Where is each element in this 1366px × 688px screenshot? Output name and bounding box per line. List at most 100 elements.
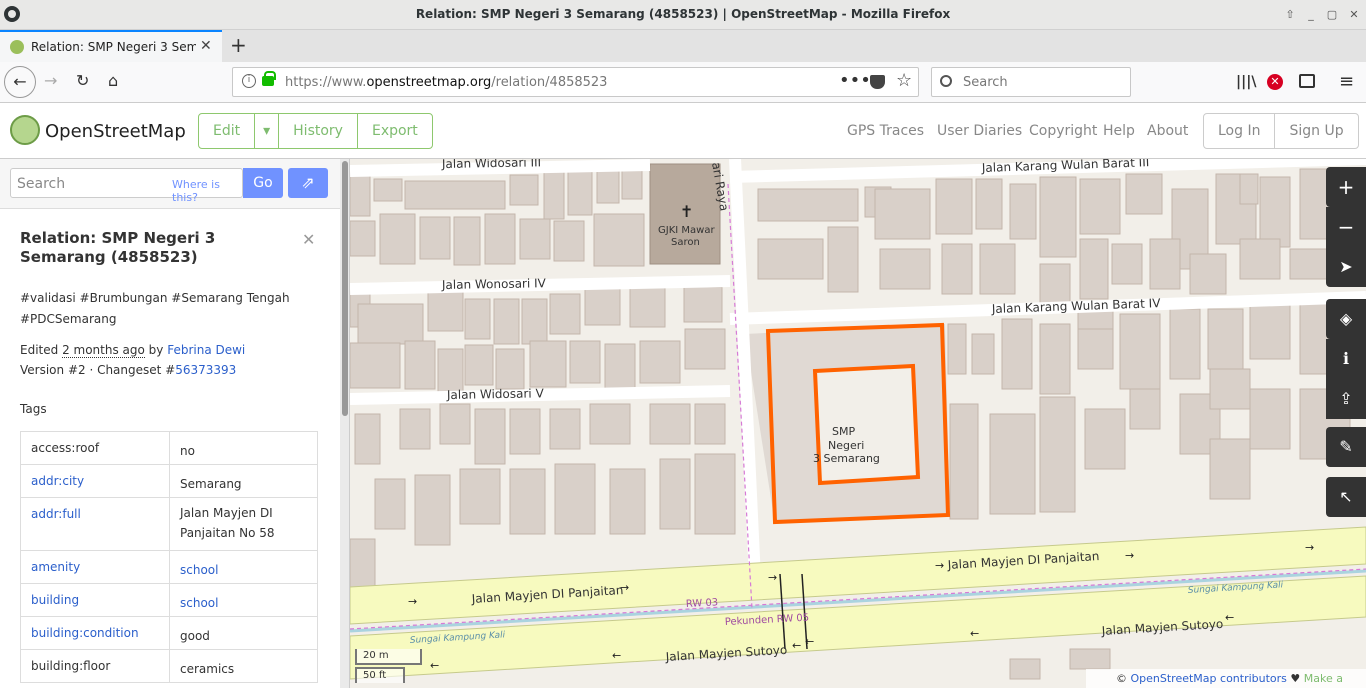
navigation-toolbar: ← → ↻ ⌂ i https://www.openstreetmap.org/… bbox=[0, 62, 1366, 103]
layers-icon[interactable]: ◈ bbox=[1326, 299, 1366, 339]
close-sidebar-icon[interactable]: ✕ bbox=[302, 230, 315, 249]
tag-row: addr:city Semarang bbox=[20, 464, 318, 498]
maximize-icon[interactable]: ▢ bbox=[1322, 6, 1342, 24]
back-button[interactable]: ← bbox=[4, 66, 36, 98]
reload-button[interactable]: ↻ bbox=[76, 71, 89, 90]
nav-link-about[interactable]: About bbox=[1147, 123, 1188, 139]
osm-contributors-link[interactable]: OpenStreetMap contributors bbox=[1131, 672, 1287, 685]
svg-text:→: → bbox=[768, 571, 777, 584]
page-actions-icon[interactable]: ••• bbox=[839, 70, 871, 91]
tag-key[interactable]: addr:full bbox=[20, 497, 170, 551]
tag-key[interactable]: building bbox=[20, 583, 170, 617]
tag-value[interactable]: school bbox=[169, 550, 318, 584]
tags-heading: Tags bbox=[20, 402, 47, 416]
edit-dropdown-icon[interactable]: ▾ bbox=[255, 114, 280, 148]
map-search-placeholder: Search bbox=[17, 176, 66, 192]
map-search-input[interactable]: Search Where is this? bbox=[10, 168, 243, 204]
nav-link-gps-traces[interactable]: GPS Traces bbox=[847, 123, 924, 139]
where-is-this-link[interactable]: Where is this? bbox=[172, 178, 242, 204]
sidebar-toggle-icon[interactable] bbox=[1299, 74, 1315, 88]
pocket-icon[interactable] bbox=[870, 75, 885, 89]
label-gjki-1: GJKI Mawar bbox=[658, 225, 715, 236]
map-search-form: Search Where is this? Go ⇗ bbox=[0, 159, 340, 209]
edit-button[interactable]: Edit bbox=[199, 114, 256, 148]
browser-tab[interactable]: Relation: SMP Negeri 3 Sem ✕ bbox=[0, 30, 222, 62]
library-icon[interactable]: |||\ bbox=[1236, 74, 1256, 90]
label-widosari-5: Jalan Widosari V bbox=[446, 386, 545, 402]
osm-logo-icon[interactable] bbox=[10, 115, 40, 145]
signup-button[interactable]: Sign Up bbox=[1275, 114, 1357, 148]
new-tab-icon[interactable]: + bbox=[230, 33, 247, 57]
search-placeholder: Search bbox=[963, 75, 1008, 90]
forward-button[interactable]: → bbox=[44, 71, 57, 90]
tag-row: building:floor ceramics bbox=[20, 649, 318, 683]
nav-link-help[interactable]: Help bbox=[1103, 123, 1135, 139]
svg-text:→: → bbox=[408, 595, 417, 608]
relation-metadata: Edited 2 months ago by Febrina Dewi Vers… bbox=[20, 343, 246, 377]
nav-link-user-diaries[interactable]: User Diaries bbox=[937, 123, 1022, 139]
go-button[interactable]: Go bbox=[243, 168, 283, 198]
tab-close-icon[interactable]: ✕ bbox=[200, 38, 212, 54]
changeset-link[interactable]: 56373393 bbox=[175, 363, 236, 377]
locate-icon[interactable]: ➤ bbox=[1326, 247, 1366, 287]
window-titlebar: Relation: SMP Negeri 3 Semarang (4858523… bbox=[0, 0, 1366, 30]
map-view[interactable]: ✝ Jalan Widosari III ari Raya GJKI Mawar… bbox=[350, 159, 1366, 688]
osm-brand[interactable]: OpenStreetMap bbox=[45, 121, 186, 142]
nav-link-copyright[interactable]: Copyright bbox=[1029, 123, 1097, 139]
bookmark-star-icon[interactable]: ☆ bbox=[896, 70, 912, 91]
label-smp-1: SMP bbox=[832, 425, 855, 438]
search-bar[interactable]: Search bbox=[931, 67, 1131, 97]
relation-description: #validasi #Brumbungan #Semarang Tengah #… bbox=[20, 291, 290, 326]
tag-key[interactable]: amenity bbox=[20, 550, 170, 584]
tab-strip: Relation: SMP Negeri 3 Sem ✕ + bbox=[0, 30, 1366, 62]
svg-text:←: ← bbox=[430, 659, 439, 672]
map-canvas[interactable]: ✝ Jalan Widosari III ari Raya GJKI Mawar… bbox=[350, 159, 1366, 688]
share-icon[interactable]: ⇪ bbox=[1326, 379, 1366, 419]
editor-link[interactable]: Febrina Dewi bbox=[167, 343, 245, 357]
tag-row: amenity school bbox=[20, 550, 318, 584]
osm-favicon-icon bbox=[10, 40, 24, 54]
tag-value: Semarang bbox=[169, 464, 318, 498]
zoom-in-button[interactable]: + bbox=[1326, 167, 1366, 207]
window-up-icon[interactable]: ⇧ bbox=[1280, 6, 1300, 24]
url-text[interactable]: https://www.openstreetmap.org/relation/4… bbox=[285, 75, 607, 90]
menu-icon[interactable]: ≡ bbox=[1339, 71, 1354, 92]
map-info-icon[interactable]: ℹ bbox=[1326, 339, 1366, 379]
tag-row: addr:full Jalan Mayjen DI Panjaitan No 58 bbox=[20, 497, 318, 551]
osm-header: OpenStreetMap Edit ▾ History Export GPS … bbox=[0, 103, 1366, 159]
svg-text:←: ← bbox=[792, 639, 801, 652]
site-info-icon[interactable]: i bbox=[242, 74, 256, 88]
scale-metric: 20 m bbox=[355, 649, 422, 665]
login-button[interactable]: Log In bbox=[1204, 114, 1276, 148]
svg-text:←: ← bbox=[970, 627, 979, 640]
svg-text:→: → bbox=[1305, 541, 1314, 554]
history-button[interactable]: History bbox=[279, 114, 358, 148]
close-window-icon[interactable]: ✕ bbox=[1344, 6, 1364, 24]
export-button[interactable]: Export bbox=[358, 114, 432, 148]
home-button[interactable]: ⌂ bbox=[108, 71, 118, 90]
minimize-icon[interactable]: _ bbox=[1301, 6, 1321, 24]
tag-key[interactable]: addr:city bbox=[20, 464, 170, 498]
svg-text:→: → bbox=[935, 559, 944, 572]
svg-text:←: ← bbox=[612, 649, 621, 662]
tag-key[interactable]: building:condition bbox=[20, 616, 170, 650]
sidebar: Search Where is this? Go ⇗ Relation: SMP… bbox=[0, 159, 350, 688]
url-bar[interactable]: i https://www.openstreetmap.org/relation… bbox=[232, 67, 919, 97]
tag-key: access:roof bbox=[20, 431, 170, 465]
blocker-icon[interactable]: ✕ bbox=[1267, 74, 1283, 90]
zoom-out-button[interactable]: − bbox=[1326, 207, 1366, 247]
add-note-icon[interactable]: ✎ bbox=[1326, 427, 1366, 467]
svg-text:→: → bbox=[620, 581, 629, 594]
sidebar-scrollbar[interactable] bbox=[340, 159, 349, 688]
tag-value: Jalan Mayjen DI Panjaitan No 58 bbox=[169, 497, 318, 551]
edited-time: 2 months ago bbox=[62, 343, 145, 358]
tag-row: building:condition good bbox=[20, 616, 318, 650]
tag-value[interactable]: school bbox=[169, 583, 318, 617]
directions-icon[interactable]: ⇗ bbox=[288, 168, 328, 198]
svg-text:←: ← bbox=[805, 635, 814, 648]
window-title: Relation: SMP Negeri 3 Semarang (4858523… bbox=[415, 7, 951, 21]
query-features-icon[interactable]: ↖ bbox=[1326, 477, 1366, 517]
tag-row: building school bbox=[20, 583, 318, 617]
scrollbar-thumb[interactable] bbox=[342, 161, 348, 416]
search-icon bbox=[940, 75, 952, 87]
